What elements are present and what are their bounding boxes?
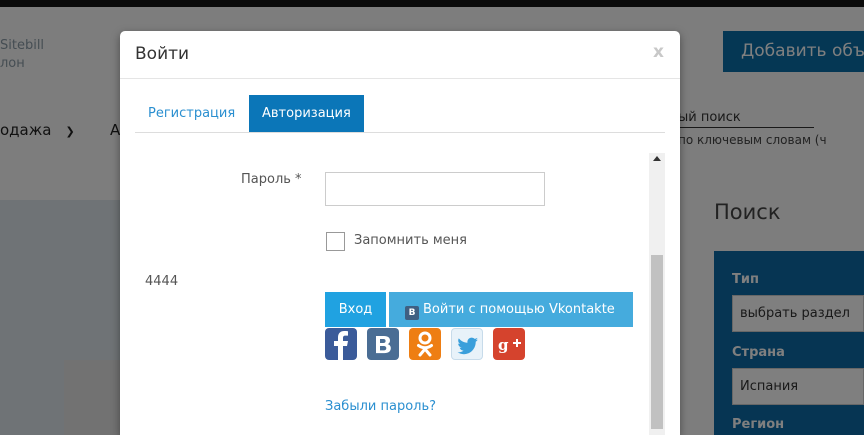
side-number: 4444 [145,274,179,289]
login-button[interactable]: Вход [325,292,386,327]
vk-badge-icon: B [405,306,419,320]
password-field[interactable] [325,172,545,206]
tab-registration[interactable]: Регистрация [135,95,248,132]
login-modal: Войти x Регистрация Авторизация Пароль *… [120,31,680,435]
auth-tabs: Регистрация Авторизация [135,95,665,133]
odnoklassniki-icon[interactable] [409,328,441,360]
svg-text:g: g [498,336,509,354]
twitter-icon[interactable] [451,328,483,360]
password-label: Пароль * [241,172,302,187]
remember-me-label[interactable]: Запомнить меня [354,233,467,248]
modal-header: Войти x [120,31,680,79]
forgot-password-link[interactable]: Забыли пароль? [325,399,436,414]
facebook-icon[interactable] [325,328,357,360]
modal-title: Войти [135,44,190,64]
login-form-scroll[interactable]: Пароль * Запомнить меня 4444 Вход B Войти… [135,153,665,435]
vkontakte-login-label: Войти с помощью Vkontakte [423,302,615,317]
scrollbar-thumb[interactable] [651,255,663,429]
scroll-up-icon[interactable] [653,156,661,161]
google-plus-icon[interactable]: g [493,328,525,360]
vkontakte-login-button[interactable]: B Войти с помощью Vkontakte [389,292,633,327]
vkontakte-icon[interactable] [367,328,399,360]
remember-me-checkbox[interactable] [326,232,345,251]
close-icon[interactable]: x [653,42,664,62]
scrollbar[interactable] [649,153,665,435]
tab-authorization[interactable]: Авторизация [249,95,364,132]
